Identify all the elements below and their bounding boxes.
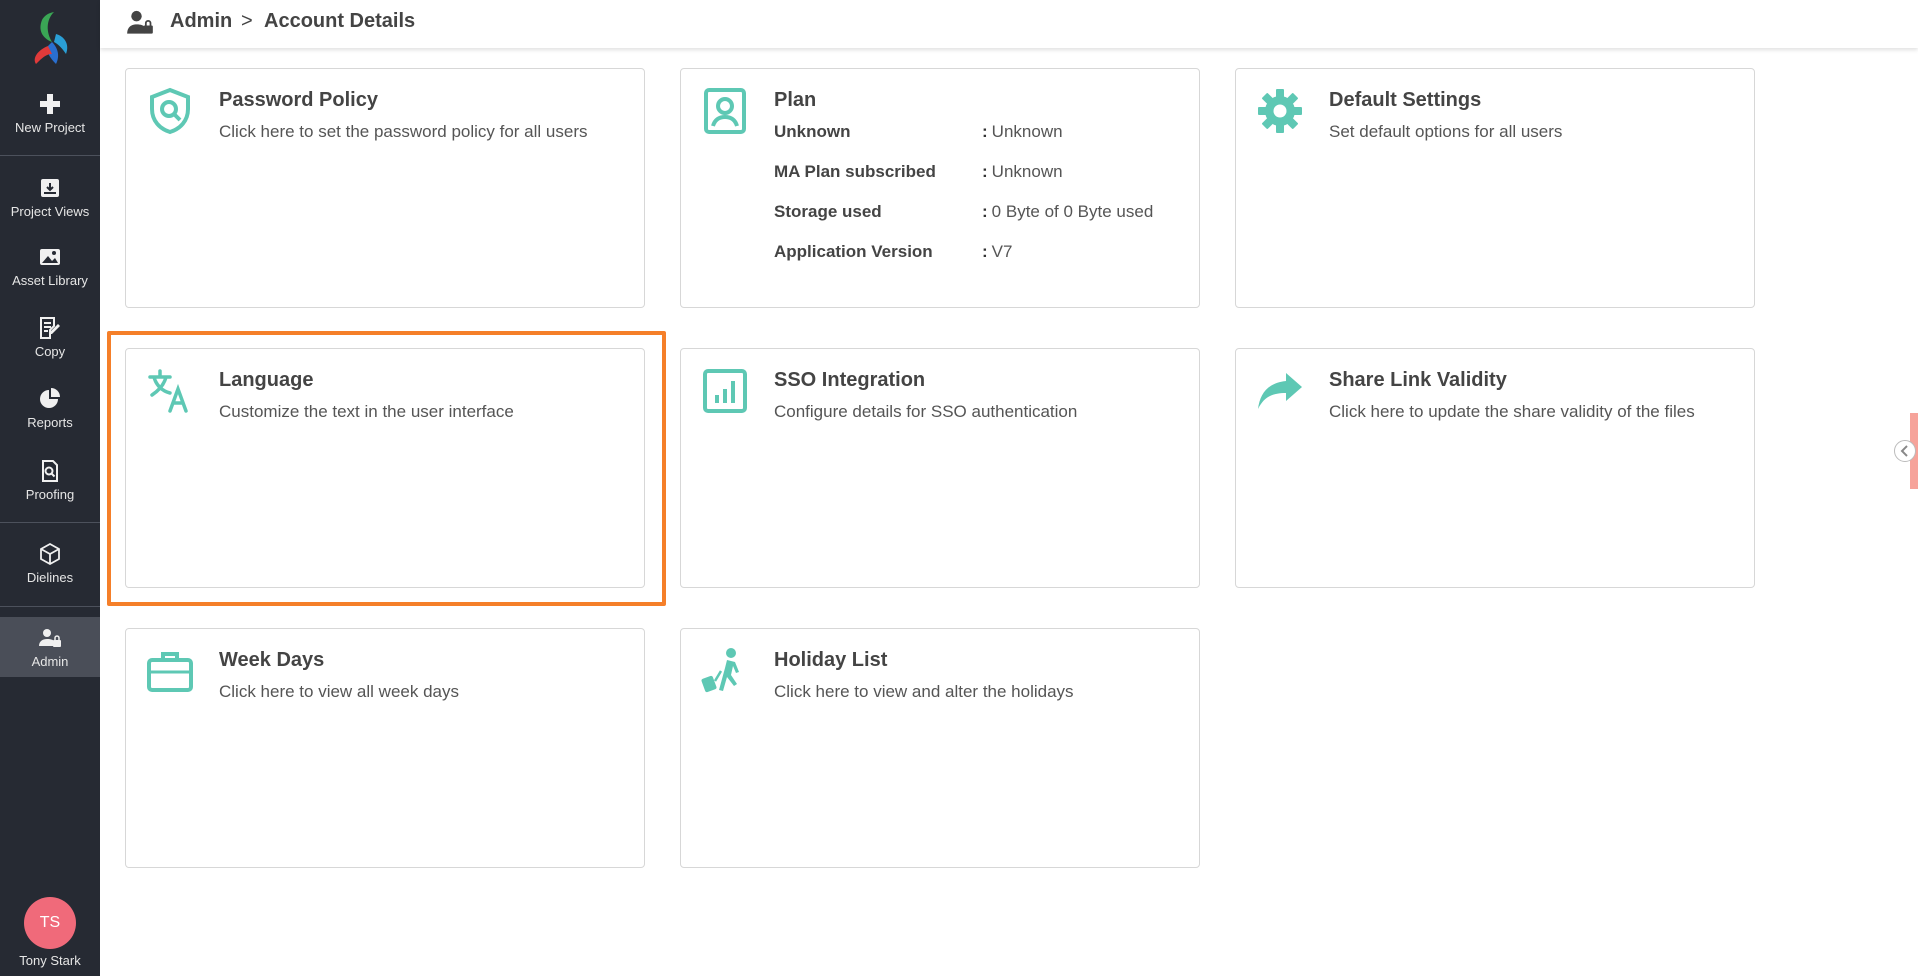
card-title: Share Link Validity: [1329, 369, 1507, 391]
plan-row-key: Application Version: [774, 242, 933, 261]
breadcrumb-account-details: Account Details: [264, 10, 416, 32]
gear-icon: [1258, 89, 1302, 133]
sidebar-item-label: Proofing: [25, 487, 75, 502]
page-header: Admin > Account Details: [100, 0, 1918, 48]
card-title: Password Policy: [219, 89, 378, 111]
image-icon: [40, 249, 60, 265]
plus-icon: [40, 94, 60, 114]
sidebar-divider: [0, 606, 100, 607]
plan-row-value: V7: [991, 242, 1013, 261]
user-lock-icon: [127, 10, 153, 34]
plan-row-value: Unknown: [991, 162, 1063, 181]
card-description: Click here to set the password policy fo…: [219, 122, 588, 141]
plan-row-value: 0 Byte of 0 Byte used: [991, 202, 1154, 221]
sidebar-item-copy[interactable]: Copy: [0, 316, 100, 368]
plan-row-key: Unknown: [774, 122, 851, 141]
proof-search-icon: [42, 460, 58, 482]
sidebar-item-project-views[interactable]: Project Views: [0, 176, 100, 228]
card-title: Language: [219, 369, 314, 391]
edit-document-icon: [40, 317, 60, 339]
sidebar-divider: [0, 155, 100, 156]
card-plan[interactable]: Plan Unknown : Unknown MA Plan subscribed…: [680, 68, 1200, 308]
sidebar-item-label: Reports: [27, 415, 73, 430]
app-logo[interactable]: [28, 8, 72, 68]
plan-row-colon: :: [982, 242, 988, 261]
card-title: Plan: [774, 89, 817, 111]
plan-row-key: MA Plan subscribed: [774, 162, 936, 181]
card-sso-integration[interactable]: SSO Integration Configure details for SS…: [680, 348, 1200, 588]
shield-search-icon: [150, 87, 190, 135]
sidebar-item-asset-library[interactable]: Asset Library: [0, 245, 100, 297]
sidebar-item-label: Admin: [31, 654, 69, 669]
sidebar-divider: [0, 522, 100, 523]
sidebar-item-dielines[interactable]: Dielines: [0, 542, 100, 594]
plan-row-key: Storage used: [774, 202, 882, 221]
card-description: Click here to view all week days: [219, 682, 459, 701]
card-password-policy[interactable]: Password Policy Click here to set the pa…: [125, 68, 645, 308]
chevron-left-icon: [1900, 445, 1908, 457]
card-week-days[interactable]: Week Days Click here to view all week da…: [125, 628, 645, 868]
user-portrait-icon: [704, 88, 746, 134]
card-description: Set default options for all users: [1329, 122, 1563, 141]
card-share-link-validity[interactable]: Share Link Validity Click here to update…: [1235, 348, 1755, 588]
traveler-icon: [701, 648, 739, 693]
sidebar-item-label: Asset Library: [12, 273, 88, 288]
pie-chart-icon: [40, 388, 60, 408]
sidebar-item-proofing[interactable]: Proofing: [0, 459, 100, 511]
archive-icon: [41, 179, 59, 197]
breadcrumb-separator: >: [241, 10, 253, 32]
plan-row-colon: :: [982, 122, 988, 141]
card-description: Click here to update the share validity …: [1329, 402, 1695, 421]
user-name: Tony Stark: [19, 953, 81, 968]
card-description: Customize the text in the user interface: [219, 402, 514, 421]
sidebar-item-reports[interactable]: Reports: [0, 387, 100, 439]
plan-row-colon: :: [982, 202, 988, 221]
card-description: Click here to view and alter the holiday…: [774, 682, 1074, 701]
card-holiday-list[interactable]: Holiday List Click here to view and alte…: [680, 628, 1200, 868]
plan-row-colon: :: [982, 162, 988, 181]
breadcrumb-admin[interactable]: Admin: [170, 10, 232, 33]
card-title: SSO Integration: [774, 369, 926, 391]
card-language[interactable]: Language Customize the text in the user …: [125, 348, 645, 588]
translate-icon: [148, 369, 188, 413]
card-title: Holiday List: [774, 649, 888, 671]
box-icon: [40, 542, 60, 566]
sidebar-item-label: Project Views: [10, 204, 90, 219]
sidebar-item-admin[interactable]: Admin: [0, 617, 100, 677]
sidebar-item-label: Dielines: [26, 570, 74, 585]
card-title: Default Settings: [1329, 89, 1482, 111]
sidebar-item-new-project[interactable]: New Project: [0, 92, 100, 144]
briefcase-icon: [147, 652, 193, 692]
sidebar-item-label: New Project: [14, 120, 86, 135]
card-description: Configure details for SSO authentication: [774, 402, 1078, 421]
card-title: Week Days: [219, 649, 325, 671]
collapse-chevron-button[interactable]: [1894, 440, 1916, 462]
bar-chart-square-icon: [703, 369, 747, 413]
share-arrow-icon: [1258, 373, 1302, 409]
avatar[interactable]: TS: [24, 897, 76, 949]
sidebar: New Project Project Views Asset Library …: [0, 0, 100, 976]
card-default-settings[interactable]: Default Settings Set default options for…: [1235, 68, 1755, 308]
sidebar-item-label: Copy: [34, 344, 66, 359]
plan-row-value: Unknown: [991, 122, 1063, 141]
user-lock-icon: [39, 629, 61, 647]
